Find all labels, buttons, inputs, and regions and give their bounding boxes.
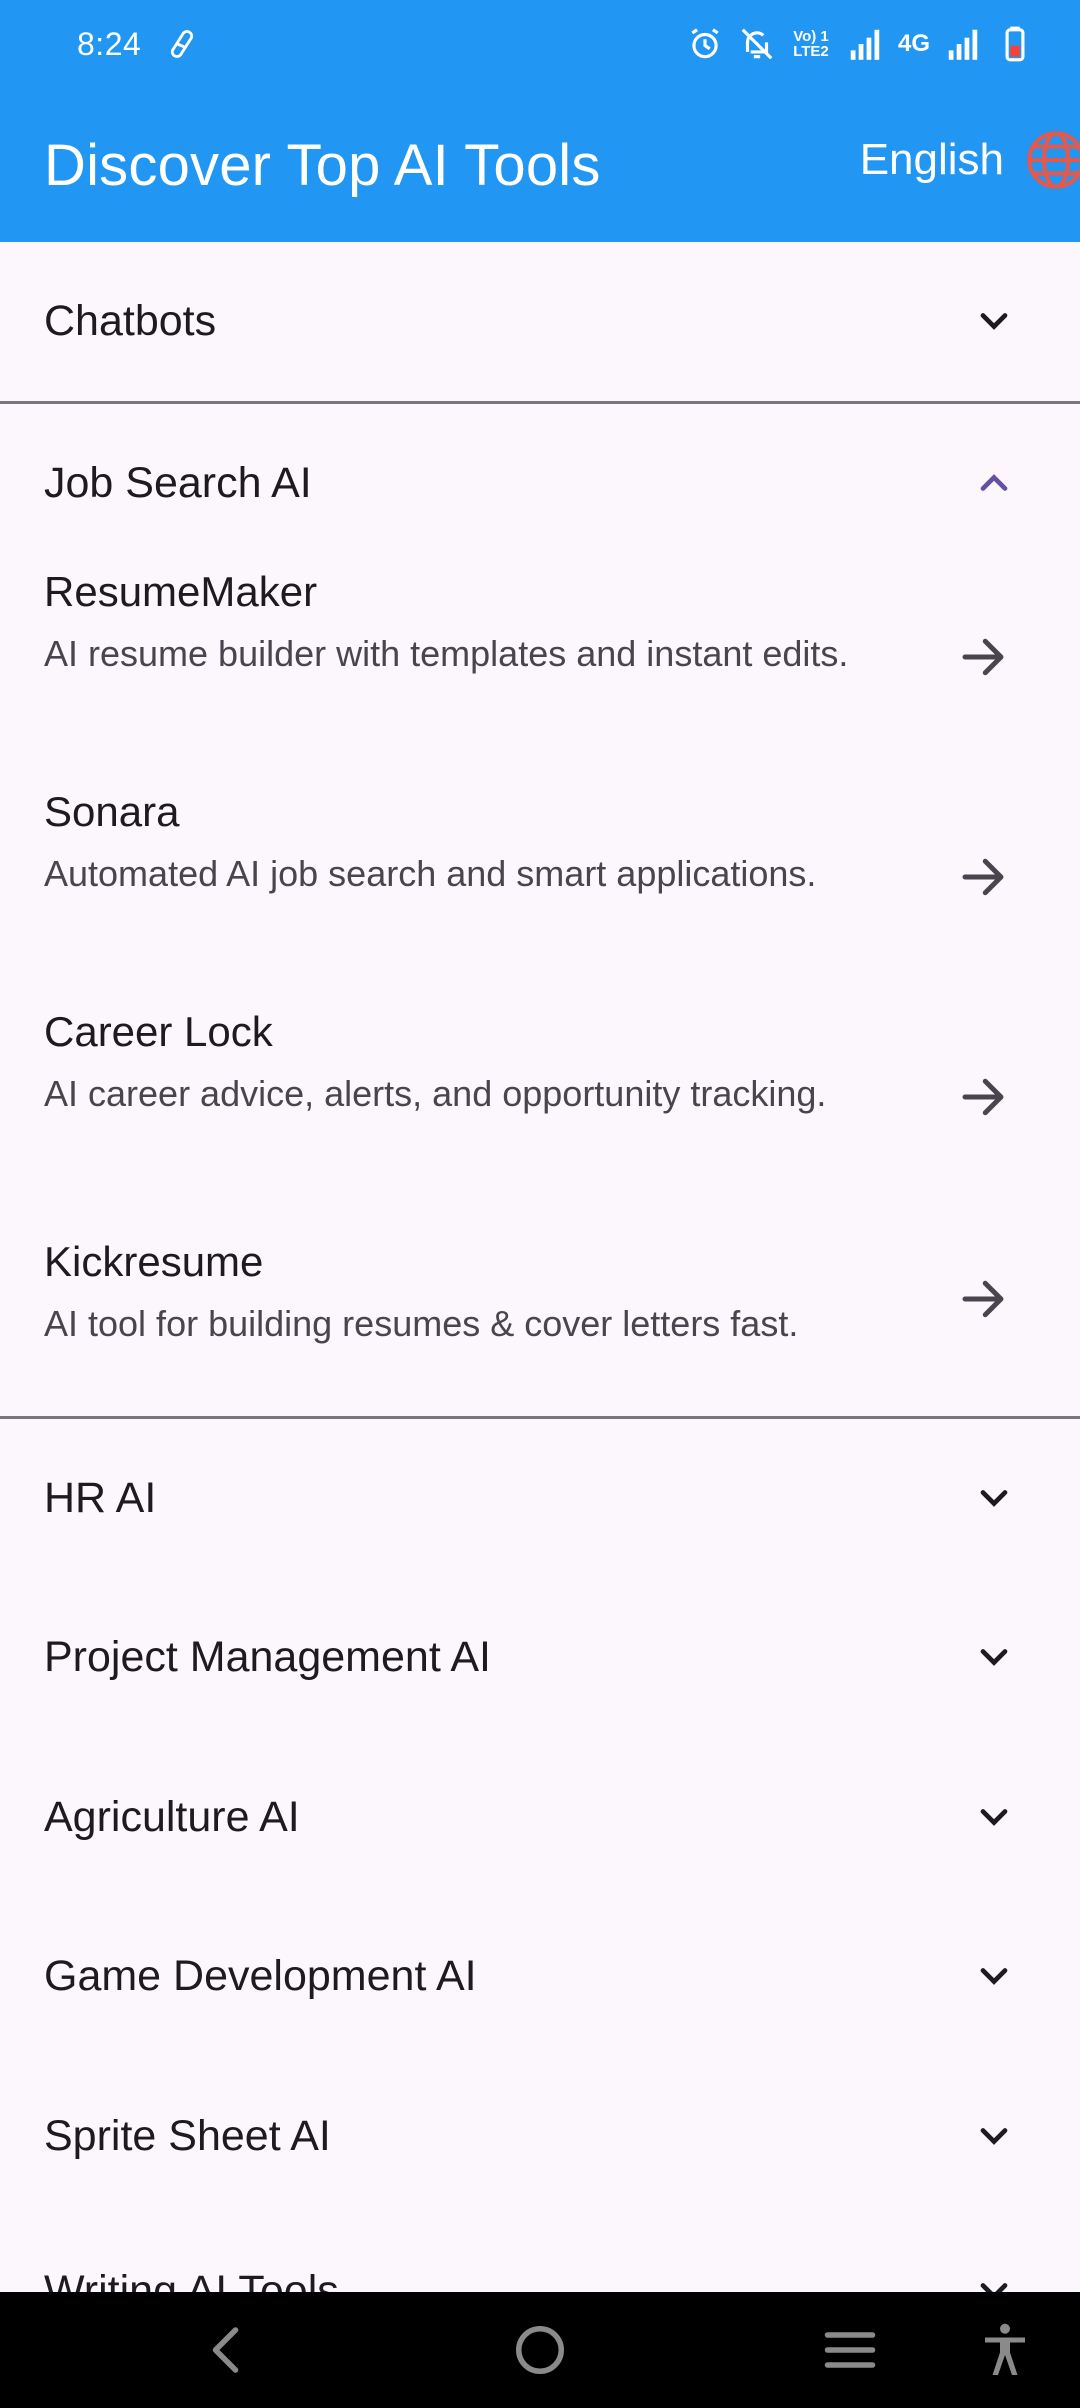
tool-item-kickresume[interactable]: Kickresume AI tool for building resumes … xyxy=(0,1232,1080,1402)
navigation-bar xyxy=(0,2292,1080,2408)
back-icon[interactable] xyxy=(198,2320,258,2380)
tool-description: AI tool for building resumes & cover let… xyxy=(44,1303,799,1344)
language-label: English xyxy=(859,135,1004,184)
section-title: HR AI xyxy=(44,1473,157,1522)
volte-icon: Vo) 1 LTE2 xyxy=(793,28,829,60)
section-header-writing-ai-tools[interactable]: Writing AI Tools xyxy=(0,2212,1080,2292)
chevron-down-icon xyxy=(980,1490,1008,1507)
chevron-up-icon xyxy=(980,474,1008,491)
section-title: Agriculture AI xyxy=(44,1792,300,1841)
section-header-game-development-ai[interactable]: Game Development AI xyxy=(0,1897,1080,2055)
tool-name: Career Lock xyxy=(44,1008,273,1055)
section-title: Job Search AI xyxy=(44,458,312,507)
tool-name: Kickresume xyxy=(44,1238,264,1285)
app-bar: Discover Top AI Tools English xyxy=(0,88,1080,242)
chevron-down-icon xyxy=(980,1649,1008,1666)
tool-name: Sonara xyxy=(44,788,180,835)
globe-icon xyxy=(1027,131,1080,189)
section-title: Writing AI Tools xyxy=(44,2266,339,2293)
tool-item-resumemaker[interactable]: ResumeMaker AI resume builder with templ… xyxy=(0,562,1080,782)
chevron-down-icon xyxy=(980,1968,1008,1985)
tool-item-career-lock[interactable]: Career Lock AI career advice, alerts, an… xyxy=(0,1002,1080,1222)
tool-item-sonara[interactable]: Sonara Automated AI job search and smart… xyxy=(0,782,1080,1002)
status-bar: 8:24 Vo) 1 LTE2 4G xyxy=(0,0,1080,88)
section-header-agriculture-ai[interactable]: Agriculture AI xyxy=(0,1738,1080,1896)
chevron-down-icon xyxy=(980,1809,1008,1826)
battery-low-icon xyxy=(996,25,1034,63)
section-header-chatbots[interactable]: Chatbots xyxy=(0,242,1080,400)
language-selector[interactable]: English xyxy=(860,128,1080,192)
home-icon[interactable] xyxy=(510,2320,570,2380)
arrow-right-icon xyxy=(962,1078,1004,1116)
tool-name: ResumeMaker xyxy=(44,568,318,615)
signal-icon xyxy=(846,25,884,63)
section-title: Project Management AI xyxy=(44,1632,491,1681)
status-time: 8:24 xyxy=(77,25,142,62)
tool-description: AI career advice, alerts, and opportunit… xyxy=(44,1073,827,1114)
tool-description: AI resume builder with templates and ins… xyxy=(44,633,849,674)
section-header-job-search-ai[interactable]: Job Search AI xyxy=(0,404,1080,562)
signal-icon xyxy=(944,25,982,63)
section-header-project-management-ai[interactable]: Project Management AI xyxy=(0,1578,1080,1736)
tool-description: Automated AI job search and smart applic… xyxy=(44,853,817,894)
arrow-right-icon xyxy=(962,638,1004,676)
section-title: Chatbots xyxy=(44,296,217,345)
chevron-down-icon xyxy=(980,2128,1008,2145)
chevron-down-icon xyxy=(980,313,1008,330)
accessibility-icon[interactable] xyxy=(975,2320,1035,2380)
section-header-sprite-sheet-ai[interactable]: Sprite Sheet AI xyxy=(0,2057,1080,2215)
sync-icon xyxy=(163,25,201,63)
bell-off-icon xyxy=(738,25,776,63)
arrow-right-icon xyxy=(962,858,1004,896)
section-title: Sprite Sheet AI xyxy=(44,2111,331,2160)
section-title: Game Development AI xyxy=(44,1951,477,2000)
recents-icon[interactable] xyxy=(820,2320,880,2380)
section-header-hr-ai[interactable]: HR AI xyxy=(0,1419,1080,1577)
page-title: Discover Top AI Tools xyxy=(44,132,601,198)
network-type: 4G xyxy=(897,30,930,57)
chevron-down-icon xyxy=(980,2283,1008,2292)
top-bar: 8:24 Vo) 1 LTE2 4G Discover Top AI Tools… xyxy=(0,0,1080,242)
alarm-icon xyxy=(686,25,724,63)
arrow-right-icon xyxy=(962,1280,1004,1318)
category-list[interactable]: Chatbots Job Search AI ResumeMaker AI re… xyxy=(0,242,1080,2292)
